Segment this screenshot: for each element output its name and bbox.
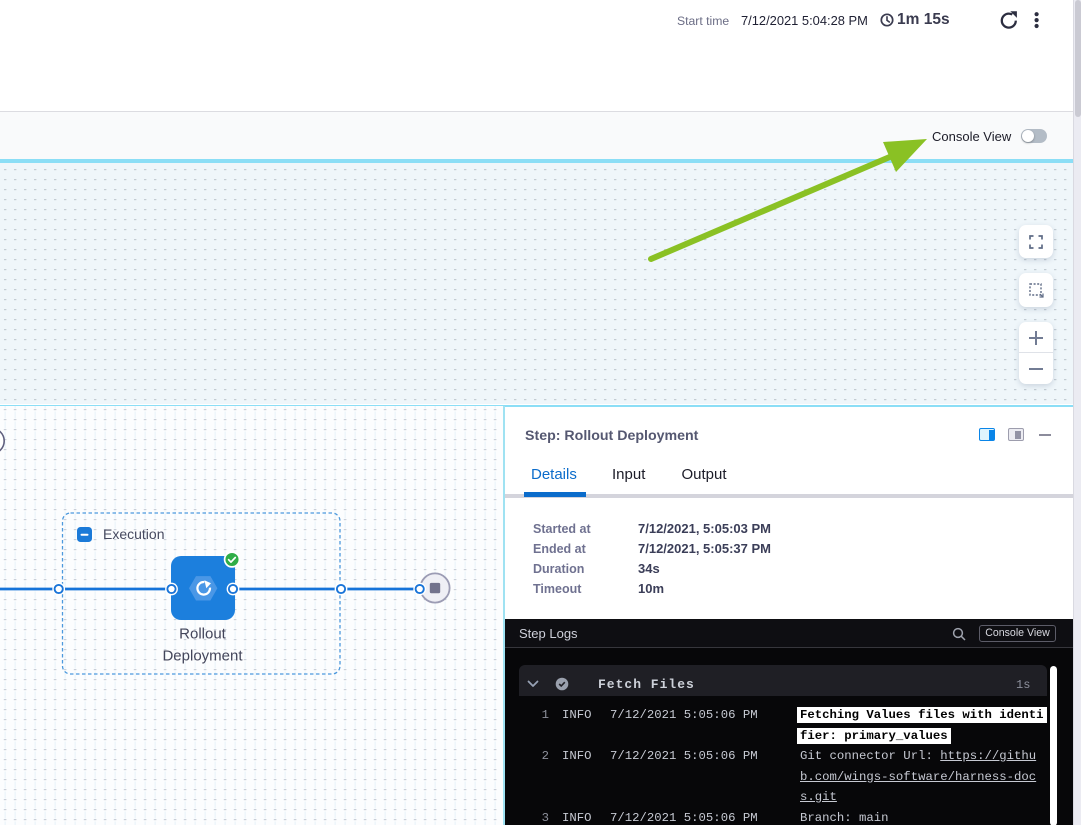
svg-text:Deployment: Deployment	[162, 648, 243, 665]
svg-text:Rollout: Rollout	[179, 626, 227, 643]
svg-text:Execution: Execution	[103, 526, 164, 542]
